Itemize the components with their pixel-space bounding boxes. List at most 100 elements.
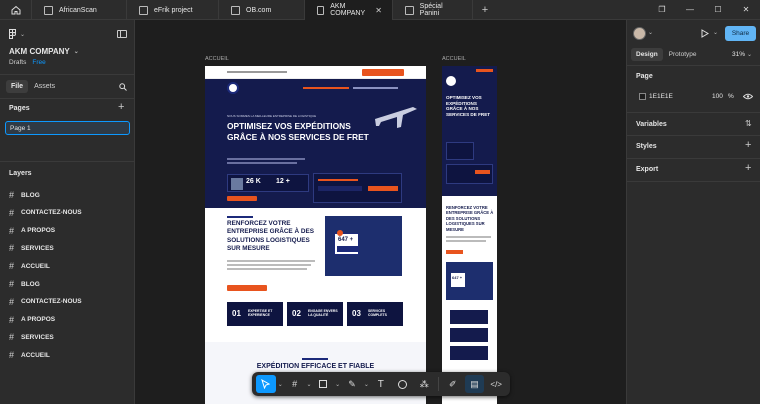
- sliders-icon[interactable]: ⇅: [745, 119, 752, 128]
- home-button[interactable]: [0, 0, 32, 19]
- pen-tool[interactable]: ✎: [342, 375, 362, 393]
- prototype-tab[interactable]: Prototype: [669, 51, 697, 58]
- tab-efrik-project[interactable]: eFrik project: [127, 0, 219, 20]
- tab-special-panini[interactable]: Spécial Panini: [393, 0, 473, 20]
- search-icon[interactable]: [119, 83, 127, 91]
- maximize-icon[interactable]: ☐: [704, 0, 732, 19]
- frame-label-desktop[interactable]: ACCUEIL: [205, 56, 229, 62]
- actions-tool[interactable]: ⁂: [414, 375, 434, 393]
- tab-label: AfricanScan: [59, 6, 97, 14]
- move-tool[interactable]: [256, 375, 276, 393]
- layer-item[interactable]: # ACCUEIL: [9, 350, 50, 360]
- layer-item[interactable]: # ACCUEIL: [9, 261, 50, 271]
- add-page-icon[interactable]: +: [118, 101, 124, 113]
- section3-title: EXPÉDITION EFFICACE ET FIABLE: [256, 363, 375, 370]
- mobile-section2-title: RENFORCEZ VOTRE ENTREPRISE GRÂCE À DES S…: [446, 205, 494, 232]
- avatar[interactable]: [633, 27, 646, 40]
- play-icon[interactable]: [701, 29, 709, 38]
- frame-icon: #: [9, 243, 15, 254]
- file-tab[interactable]: File: [6, 80, 29, 93]
- layer-label: A PROPOS: [21, 316, 56, 324]
- page-item[interactable]: Page 1: [5, 121, 130, 135]
- tab-akm-company[interactable]: AKM COMPANY ✕: [305, 0, 393, 20]
- layer-item[interactable]: # CONTACTEZ-NOUS: [9, 208, 82, 218]
- file-icon: [317, 5, 325, 15]
- logo: [227, 82, 239, 94]
- chevron-down-icon[interactable]: ⌄: [278, 381, 283, 388]
- frame-icon: #: [9, 261, 15, 272]
- share-button[interactable]: Share: [725, 26, 756, 41]
- file-icon: [139, 5, 148, 15]
- feature-label: ENGAGE ENVERS LA QUALITÉ: [308, 309, 338, 318]
- frame-icon: #: [9, 296, 15, 307]
- right-panel: ⌄ ⌄ Share Design Prototype 31% ⌄ Page 1E…: [626, 20, 760, 404]
- frame-tool[interactable]: #: [285, 375, 305, 393]
- chevron-down-icon[interactable]: ⌄: [648, 29, 653, 36]
- frame-label-mobile[interactable]: ACCUEIL: [442, 56, 466, 62]
- export-title: Export: [636, 166, 659, 173]
- learn-more-button[interactable]: [227, 285, 267, 291]
- new-tab-button[interactable]: +: [473, 0, 497, 19]
- opacity-unit: %: [728, 93, 734, 100]
- canvas[interactable]: ACCUEIL ACCUEIL NOUS SOMMES LA MEILLEURE…: [135, 20, 626, 404]
- layer-item[interactable]: # SERVICES: [9, 332, 54, 342]
- bg-hex-input[interactable]: 1E1E1E: [649, 93, 673, 100]
- draw-mode-button[interactable]: ✐: [443, 375, 463, 393]
- close-icon[interactable]: ✕: [375, 6, 382, 15]
- styles-title: Styles: [636, 143, 657, 150]
- hero-button[interactable]: [227, 196, 257, 201]
- design-mode-button[interactable]: ▤: [464, 375, 485, 393]
- cta-button[interactable]: [362, 69, 404, 76]
- feature-card: 02 ENGAGE ENVERS LA QUALITÉ: [287, 302, 343, 326]
- dev-mode-button[interactable]: </>: [486, 375, 506, 393]
- file-icon: [231, 5, 240, 15]
- plan-badge[interactable]: Free: [32, 59, 45, 66]
- layer-item[interactable]: # CONTACTEZ-NOUS: [9, 297, 82, 307]
- tab-label: Spécial Panini: [419, 3, 443, 17]
- text-tool[interactable]: T: [371, 375, 391, 393]
- add-export-icon[interactable]: +: [745, 162, 751, 174]
- page-item-label: Page 1: [10, 124, 31, 132]
- tab-africanscan[interactable]: AfricanScan: [32, 0, 127, 20]
- pages-heading: Pages: [9, 105, 30, 112]
- chevron-down-icon: ⌄: [20, 31, 26, 38]
- opacity-input[interactable]: 100: [712, 93, 723, 100]
- chevron-down-icon[interactable]: ⌄: [713, 29, 718, 36]
- main-menu-button[interactable]: ⌄: [9, 29, 25, 39]
- eye-icon[interactable]: [743, 93, 753, 100]
- add-style-icon[interactable]: +: [745, 139, 751, 151]
- mobile-hero-title: OPTIMISEZ VOS EXPÉDITIONS GRÂCE À NOS SE…: [446, 95, 491, 118]
- frame-icon: #: [9, 332, 15, 343]
- layer-item[interactable]: # A PROPOS: [9, 226, 55, 236]
- page-section-title: Page: [636, 73, 653, 80]
- layer-item[interactable]: # A PROPOS: [9, 315, 55, 325]
- layer-label: BLOG: [21, 280, 40, 288]
- minimize-icon[interactable]: —: [676, 0, 704, 19]
- shape-tool[interactable]: [313, 375, 333, 393]
- chevron-down-icon[interactable]: ⌄: [335, 381, 340, 388]
- layer-item[interactable]: # SERVICES: [9, 243, 54, 253]
- hero-kicker: NOUS SOMMES LA MEILLEURE ENTREPRISE DE L…: [227, 114, 317, 118]
- close-window-icon[interactable]: ✕: [732, 0, 760, 19]
- mobile-frame[interactable]: OPTIMISEZ VOS EXPÉDITIONS GRÂCE À NOS SE…: [442, 66, 497, 404]
- assets-tab[interactable]: Assets: [34, 83, 55, 90]
- chevron-down-icon[interactable]: ⌄: [364, 381, 369, 388]
- toggle-sidebar-icon[interactable]: [117, 30, 127, 38]
- drafts-link[interactable]: Drafts: [9, 59, 26, 66]
- chevron-down-icon[interactable]: ⌄: [306, 381, 311, 388]
- submit-button[interactable]: [368, 186, 398, 191]
- tab-ob-com[interactable]: OB.com: [219, 0, 305, 20]
- section2-title: RENFORCEZ VOTRE ENTREPRISE GRÂCE À DES S…: [227, 220, 314, 252]
- project-name[interactable]: AKM COMPANY: [9, 47, 70, 56]
- zoom-level[interactable]: 31%: [732, 51, 745, 58]
- desktop-frame[interactable]: NOUS SOMMES LA MEILLEURE ENTREPRISE DE L…: [205, 66, 426, 404]
- restore-icon[interactable]: ❐: [648, 0, 676, 19]
- layers-title: Layers: [9, 170, 32, 177]
- bg-swatch[interactable]: [639, 93, 646, 100]
- design-tab[interactable]: Design: [631, 48, 663, 61]
- layer-item[interactable]: # BLOG: [9, 279, 40, 289]
- layer-item[interactable]: # BLOG: [9, 190, 40, 200]
- comment-tool[interactable]: [393, 375, 413, 393]
- frame-icon: #: [292, 379, 298, 389]
- tab-label: OB.com: [246, 6, 272, 14]
